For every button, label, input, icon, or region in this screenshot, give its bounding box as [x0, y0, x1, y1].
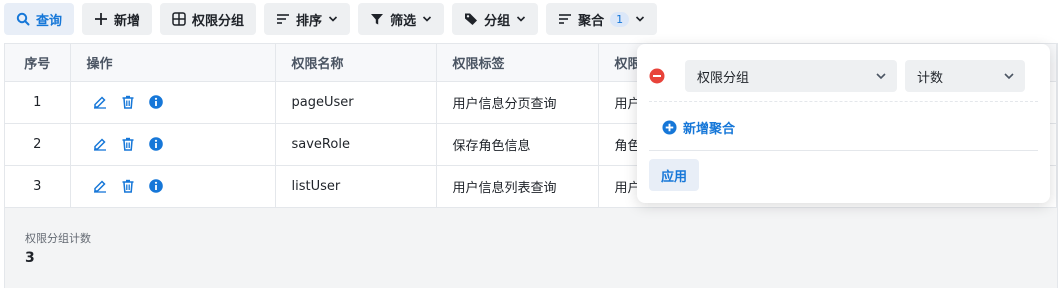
delete-icon[interactable] — [121, 95, 135, 109]
aggregate-rule-row: 权限分组 计数 — [649, 60, 1025, 92]
row-permission-name: pageUser — [275, 81, 437, 124]
column-header-tag: 权限标签 — [436, 44, 599, 82]
delete-icon[interactable] — [121, 137, 135, 151]
row-actions — [70, 165, 276, 208]
edit-icon[interactable] — [93, 137, 107, 151]
apply-label: 应用 — [661, 169, 688, 185]
row-index: 3 — [5, 165, 71, 208]
chevron-down-icon — [636, 16, 645, 22]
column-header-actions: 操作 — [70, 44, 276, 82]
grid-icon — [172, 12, 186, 26]
search-icon — [16, 12, 30, 26]
chevron-down-icon — [517, 16, 526, 22]
tag-icon — [465, 13, 478, 25]
add-button[interactable]: 新增 — [82, 3, 153, 35]
info-icon[interactable] — [148, 95, 163, 109]
row-index: 2 — [5, 123, 71, 166]
aggregate-label: 聚合 — [578, 13, 605, 29]
permission-group-button[interactable]: 权限分组 — [160, 3, 257, 35]
row-permission-tag: 用户信息列表查询 — [436, 165, 599, 208]
row-permission-tag: 用户信息分页查询 — [436, 81, 599, 124]
column-header-name: 权限名称 — [275, 44, 437, 82]
toolbar: 查询 新增 权限分组 排序 筛选 分组 聚合 1 — [4, 3, 658, 35]
groupby-label: 分组 — [484, 13, 511, 29]
aggregate-count-badge: 1 — [610, 11, 630, 27]
row-permission-name: listUser — [275, 165, 437, 208]
summary-label: 权限分组计数 — [25, 232, 91, 245]
chevron-down-icon — [423, 16, 432, 22]
remove-circle-icon[interactable] — [649, 68, 665, 84]
sort-button[interactable]: 排序 — [264, 3, 351, 35]
query-label: 查询 — [36, 13, 63, 29]
aggregate-function-select[interactable]: 计数 — [905, 60, 1025, 92]
row-permission-name: saveRole — [275, 123, 437, 166]
aggregate-button[interactable]: 聚合 1 — [546, 3, 658, 35]
row-permission-tag: 保存角色信息 — [436, 123, 599, 166]
delete-icon[interactable] — [121, 179, 135, 193]
info-icon[interactable] — [148, 137, 163, 151]
row-actions — [70, 81, 276, 124]
info-icon[interactable] — [148, 179, 163, 193]
edit-icon[interactable] — [93, 95, 107, 109]
aggregate-summary: 权限分组计数 3 — [5, 208, 1057, 288]
row-actions — [70, 123, 276, 166]
chevron-down-icon — [876, 73, 886, 80]
permission-group-label: 权限分组 — [192, 13, 245, 29]
filter-icon — [371, 14, 384, 25]
apply-button[interactable]: 应用 — [649, 159, 700, 191]
aggregate-function-value: 计数 — [917, 70, 944, 86]
add-aggregate-button[interactable]: 新增聚合 — [662, 118, 735, 137]
groupby-button[interactable]: 分组 — [452, 3, 539, 35]
summary-value: 3 — [25, 250, 35, 266]
plus-circle-icon — [662, 120, 677, 135]
sort-icon — [277, 14, 290, 24]
query-button[interactable]: 查询 — [4, 3, 75, 35]
chevron-down-icon — [1004, 73, 1014, 80]
aggregate-icon — [559, 14, 572, 24]
aggregate-field-select[interactable]: 权限分组 — [685, 60, 897, 92]
divider — [649, 101, 1038, 102]
column-header-index: 序号 — [5, 44, 71, 82]
chevron-down-icon — [328, 16, 338, 22]
divider — [649, 150, 1038, 151]
aggregate-field-value: 权限分组 — [697, 70, 750, 86]
edit-icon[interactable] — [93, 179, 107, 193]
add-aggregate-label: 新增聚合 — [683, 122, 736, 137]
filter-button[interactable]: 筛选 — [358, 3, 445, 35]
filter-label: 筛选 — [390, 13, 417, 29]
row-index: 1 — [5, 81, 71, 124]
aggregate-popover: 权限分组 计数 新增聚合 应用 — [637, 44, 1050, 203]
add-label: 新增 — [114, 13, 141, 29]
sort-label: 排序 — [296, 13, 323, 29]
plus-icon — [95, 13, 108, 25]
